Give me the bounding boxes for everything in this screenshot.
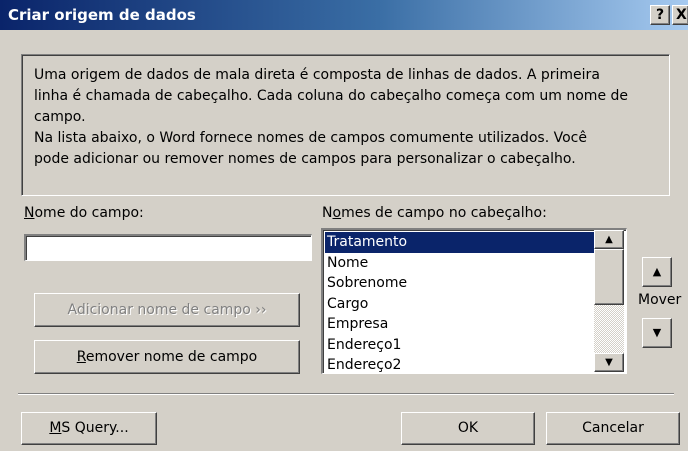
field-name-label: Nome do campo: bbox=[24, 205, 144, 221]
triangle-up-icon: ▲ bbox=[605, 234, 613, 245]
info-line-1: Uma origem de dados de mala direta é com… bbox=[34, 67, 600, 83]
info-panel: Uma origem de dados de mala direta é com… bbox=[21, 54, 670, 196]
move-up-button[interactable]: ▲ bbox=[642, 257, 672, 287]
list-item[interactable]: Tratamento bbox=[325, 232, 597, 253]
scroll-up-button[interactable]: ▲ bbox=[594, 230, 624, 249]
scroll-thumb[interactable] bbox=[594, 249, 624, 305]
move-down-button[interactable]: ▼ bbox=[642, 318, 672, 348]
add-field-name-button[interactable]: Adicionar nome de campo ›› bbox=[34, 293, 300, 327]
info-line-2: linha é chamada de cabeçalho. Cada colun… bbox=[34, 88, 629, 104]
title-bar: Criar origem de dados ? X bbox=[0, 0, 688, 30]
header-fields-label: Nomes de campo no cabeçalho: bbox=[322, 205, 547, 221]
list-item[interactable]: Nome bbox=[325, 253, 597, 274]
help-button[interactable]: ? bbox=[650, 5, 670, 25]
list-item[interactable]: Endereço1 bbox=[325, 335, 597, 356]
info-line-4: Na lista abaixo, o Word fornece nomes de… bbox=[34, 130, 587, 146]
field-name-input[interactable] bbox=[24, 234, 312, 261]
list-item[interactable]: Cargo bbox=[325, 294, 597, 315]
cancel-button[interactable]: Cancelar bbox=[546, 412, 680, 445]
separator bbox=[18, 393, 674, 395]
list-scrollbar[interactable]: ▲ ▼ bbox=[594, 230, 624, 372]
scroll-down-button[interactable]: ▼ bbox=[594, 353, 624, 372]
info-line-5: pode adicionar ou remover nomes de campo… bbox=[34, 151, 576, 167]
remove-field-name-button[interactable]: Remover nome de campo bbox=[34, 340, 300, 374]
ms-query-button[interactable]: MS Query... bbox=[21, 412, 157, 445]
move-label: Mover bbox=[638, 292, 682, 308]
list-item[interactable]: Sobrenome bbox=[325, 273, 597, 294]
info-line-3: campo. bbox=[34, 109, 86, 125]
list-item[interactable]: Endereço2 bbox=[325, 355, 597, 373]
arrow-up-icon: ▲ bbox=[652, 265, 662, 278]
close-button[interactable]: X bbox=[672, 5, 688, 25]
arrow-down-icon: ▼ bbox=[652, 326, 662, 339]
list-item[interactable]: Empresa bbox=[325, 314, 597, 335]
ok-button[interactable]: OK bbox=[401, 412, 535, 445]
window-title: Criar origem de dados bbox=[8, 6, 196, 24]
header-fields-list[interactable]: Tratamento Nome Sobrenome Cargo Empresa … bbox=[321, 228, 627, 374]
triangle-down-icon: ▼ bbox=[605, 357, 613, 368]
